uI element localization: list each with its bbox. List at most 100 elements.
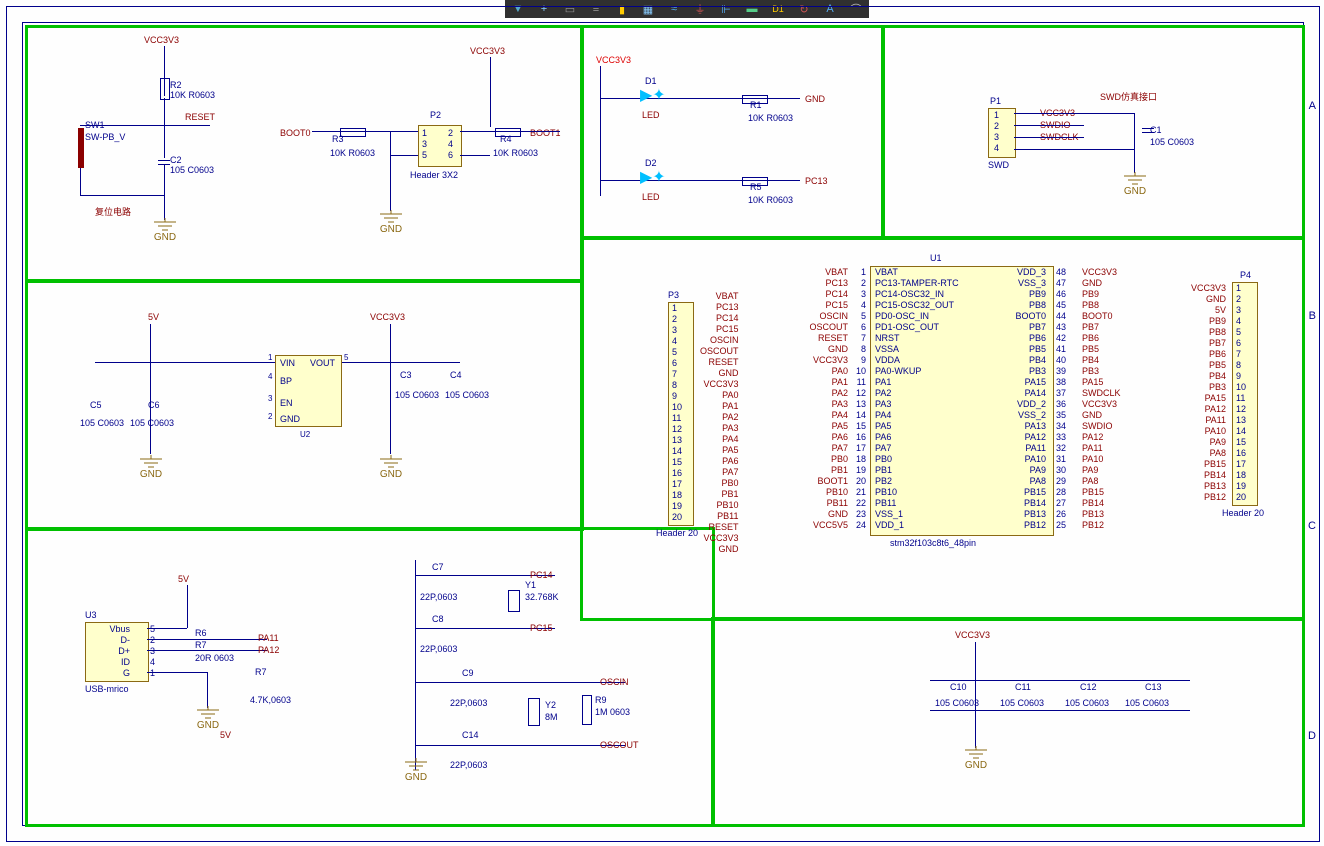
c5-ref: C5 [90,400,102,410]
r4-val: 10K R0603 [493,148,538,158]
y1-val: 32.768K [525,592,559,602]
u3-ref: U3 [85,610,97,620]
c14-val: 22P,0603 [450,760,487,770]
w [390,131,391,211]
u2-bp: BP [280,376,292,386]
gnd-xtal: GND [401,758,431,783]
gnd-reset: GND [150,218,180,243]
c14-ref: C14 [462,730,479,740]
u1-lnum: 123456789101112131415161718192021222324 [852,267,866,531]
c11-r: C11 [1015,682,1031,692]
y2-val: 8M [545,712,558,722]
p3-ref: P3 [668,290,679,300]
w [1014,137,1084,138]
d1-icon: ▶✦ [640,85,666,105]
p2-ref: P2 [430,110,441,120]
u1-lnet: VBATPC13PC14PC15OSCINOSCOUTRESETGNDVCC3V… [800,267,848,531]
gnd-boot: GND [376,210,406,235]
r6-val: 20R 0603 [195,653,234,663]
u3-name: USB-mrico [85,684,129,694]
p3-nets: VBATPC13PC14PC15OSCINOSCOUTRESETGNDVCC3V… [700,291,739,555]
d2-icon: ▶✦ [640,167,666,187]
row-b: B [1309,310,1316,322]
w [147,672,207,673]
zone-swd [881,25,1305,240]
p1-body [988,108,1016,158]
p1-ref: P1 [990,96,1001,106]
r4-body [495,128,521,137]
c12-v: 105 C0603 [1065,698,1109,708]
gnd-usb: GND [193,706,223,731]
r5-body [742,177,768,186]
c6-ref: C6 [148,400,160,410]
u3-pn: VbusD-D+IDG [90,624,130,679]
u2-en: EN [280,398,293,408]
p1-pins: 1234 [994,110,999,154]
cap [1142,132,1154,133]
r3-body [340,128,366,137]
u2-ref: U2 [300,430,310,439]
r9-val: 1M 0603 [595,707,630,717]
p2-name: Header 3X2 [410,170,458,180]
p4-ref: P4 [1240,270,1251,280]
c3-val: 105 C0603 [395,390,439,400]
w [312,131,418,132]
w [460,155,490,156]
net-vcc-led: VCC3V3 [596,55,631,65]
y1-body [508,590,520,612]
n-5v-usb: 5V [178,574,189,584]
w [600,98,800,99]
w [150,324,151,454]
w [1014,149,1134,150]
n-pc15: PC15 [530,623,553,633]
c1-ref: C1 [1150,125,1162,135]
n-vcc-dec: VCC3V3 [955,630,990,640]
schematic-canvas[interactable]: ▼ + ▭ ≡ ▮ ▦ ≈ ⏚ ⊩ ▬ D1 ↻ A ⌒ A B C D VCC… [0,0,1324,846]
gnd-vreg-l: GND [136,455,166,480]
r9-body [582,695,592,725]
w [80,168,81,195]
w [147,650,267,651]
c12-r: C12 [1080,682,1097,692]
w [415,745,625,746]
sw1-ref: SW1 [85,120,105,130]
net-gnd-d1: GND [805,94,825,104]
n-pa12: PA12 [258,645,279,655]
w [1014,113,1134,114]
net-reset: RESET [185,112,215,122]
zone-decoup [711,617,1305,827]
r6-ref: R6 [195,628,207,638]
net-vcc-reset: VCC3V3 [144,35,179,45]
r7-valb: R7 [255,667,267,677]
y2-ref: Y2 [545,700,556,710]
n-pa11: PA11 [258,633,279,643]
p4-num: 1234567891011121314151617181920 [1236,283,1246,503]
c8-val: 22P,0603 [420,644,457,654]
w [390,324,391,454]
u1-rpin: VDD_3VSS_3PB9PB8BOOT0PB7PB6PB5PB4PB3PA15… [990,267,1046,531]
u1-ref: U1 [930,253,942,263]
u1-lpin: VBATPC13-TAMPER-RTCPC14-OSC32_INPC15-OSC… [875,267,959,531]
w [600,66,601,196]
p2-pins-l: 135 [422,128,427,161]
row-d: D [1308,730,1316,742]
c11-v: 105 C0603 [1000,698,1044,708]
c9-val: 22P,0603 [450,698,487,708]
w [930,710,1190,711]
w [1014,125,1084,126]
cap [158,160,170,161]
w [975,642,976,748]
reset-title: 复位电路 [95,205,131,218]
c5-val: 105 C0603 [80,418,124,428]
c4-val: 105 C0603 [445,390,489,400]
c9-ref: C9 [462,668,474,678]
c7-val: 22P,0603 [420,592,457,602]
net-vcc-boot: VCC3V3 [470,46,505,56]
w [80,195,165,196]
w [415,560,416,770]
w [164,165,165,220]
swd-title: SWD仿真接口 [1100,90,1157,103]
gnd-swd: GND [1120,172,1150,197]
r9-ref: R9 [595,695,607,705]
sw1-val: SW-PB_V [85,132,125,142]
